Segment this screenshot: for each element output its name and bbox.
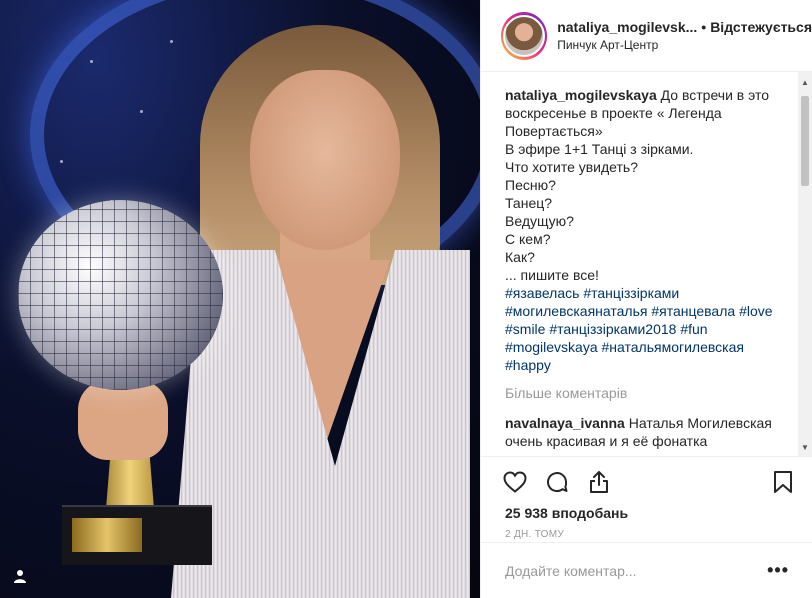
avatar-image	[503, 14, 546, 57]
caption-line: ... пишите все!	[505, 267, 599, 283]
hashtag-link[interactable]: #ятанцевала	[651, 303, 735, 319]
caption-line: В эфире 1+1 Танці з зірками.	[505, 141, 694, 157]
add-comment-bar: Додайте коментар... •••	[481, 542, 812, 598]
add-comment-input[interactable]: Додайте коментар...	[505, 563, 767, 579]
sparkle	[90, 60, 93, 63]
post-header: nataliya_mogilevsk... • Відстежується Пинч…	[481, 0, 812, 72]
scrollbar-thumb[interactable]	[801, 96, 809, 186]
comment-icon[interactable]	[543, 468, 571, 496]
comment-username[interactable]: navalnaya_ivanna	[505, 415, 625, 431]
sparkle	[170, 40, 173, 43]
post-photo[interactable]	[0, 0, 480, 598]
hashtag-link[interactable]: #танціззірками2018	[549, 321, 676, 337]
follow-status[interactable]: Відстежується	[710, 19, 812, 35]
caption-line: Что хотите увидеть?	[505, 159, 638, 175]
scroll-up-arrow-icon[interactable]: ▲	[801, 78, 809, 87]
header-text: nataliya_mogilevsk... • Відстежується Пинч…	[557, 18, 812, 54]
caption-line: Ведущую?	[505, 213, 574, 229]
hashtag-link[interactable]: #fun	[680, 321, 707, 337]
mirror-ball-trophy	[18, 200, 223, 390]
hand	[78, 380, 168, 460]
post-timestamp[interactable]: 2 дн. тому	[481, 521, 812, 540]
heart-icon[interactable]	[501, 468, 529, 496]
sparkle	[140, 110, 143, 113]
caption-username[interactable]: nataliya_mogilevskaya	[505, 87, 657, 103]
hashtag-link[interactable]: #танціззірками	[583, 285, 679, 301]
post-actions-area: 25 938 вподобань 2 дн. тому Додайте коме…	[481, 456, 812, 598]
hashtag-link[interactable]: #happy	[505, 357, 551, 373]
post-sidebar: nataliya_mogilevsk... • Відстежується Пинч…	[480, 0, 812, 598]
likes-count[interactable]: 25 938 вподобань	[481, 499, 812, 521]
trophy-plate	[72, 518, 142, 552]
more-options-icon[interactable]: •••	[767, 560, 789, 581]
avatar[interactable]	[501, 11, 548, 60]
separator-dot: •	[701, 18, 707, 35]
comments-scrollbar[interactable]: ▲ ▼	[798, 72, 812, 456]
comment-item: navalnaya_ivanna Наталья Могилевская оче…	[505, 414, 791, 450]
caption-line: Танец?	[505, 195, 553, 211]
face	[250, 70, 400, 250]
user-tag-icon[interactable]	[10, 566, 30, 586]
bookmark-icon[interactable]	[769, 468, 797, 496]
hashtag-link[interactable]: #love	[739, 303, 772, 319]
hashtag-link[interactable]: #могилевскаянаталья	[505, 303, 647, 319]
share-icon[interactable]	[585, 468, 613, 496]
hashtag-link[interactable]: #язавелась	[505, 285, 579, 301]
location-link[interactable]: Пинчук Арт-Центр	[557, 38, 812, 54]
action-bar	[481, 457, 812, 499]
username-link[interactable]: nataliya_mogilevsk...	[557, 19, 697, 35]
hashtag-link[interactable]: #smile	[505, 321, 545, 337]
load-more-comments-button[interactable]: Більше коментарів	[505, 384, 791, 402]
comments-area[interactable]: nataliya_mogilevskaya До встречи в это в…	[481, 72, 812, 456]
caption: nataliya_mogilevskaya До встречи в это в…	[505, 86, 791, 374]
hashtag-link[interactable]: #mogilevskaya	[505, 339, 598, 355]
hashtag-link[interactable]: #натальямогилевская	[602, 339, 744, 355]
sparkle	[60, 160, 63, 163]
caption-line: Как?	[505, 249, 535, 265]
caption-line: Песню?	[505, 177, 556, 193]
scroll-down-arrow-icon[interactable]: ▼	[801, 443, 809, 452]
caption-line: С кем?	[505, 231, 551, 247]
